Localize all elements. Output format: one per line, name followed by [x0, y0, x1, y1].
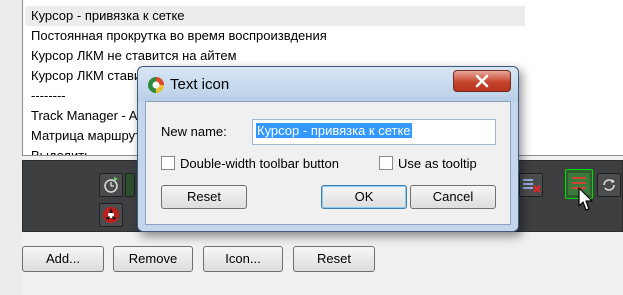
reset-button[interactable]: Reset [293, 246, 375, 272]
text-icon-dialog: Text icon New name: Курсор - привязка к … [137, 66, 519, 232]
dialog-body: New name: Курсор - привязка к сетке Doub… [145, 101, 511, 225]
remove-track-icon[interactable] [519, 173, 543, 197]
mouse-pointer-icon [578, 187, 593, 211]
close-button[interactable] [453, 70, 511, 92]
use-as-tooltip-label[interactable]: Use as tooltip [398, 156, 477, 171]
clock-icon[interactable] [99, 173, 123, 197]
left-strip [0, 0, 22, 295]
new-name-value: Курсор - привязка к сетке [256, 123, 412, 138]
list-item[interactable]: Курсор ЛКМ не ставится на айтем [31, 46, 237, 66]
list-item[interactable]: -------- [31, 86, 66, 106]
double-width-label[interactable]: Double-width toolbar button [180, 156, 339, 171]
new-name-input[interactable]: Курсор - привязка к сетке [252, 119, 496, 145]
ok-button[interactable]: OK [321, 185, 407, 209]
close-icon [475, 74, 489, 88]
record-icon[interactable] [99, 203, 123, 227]
reaper-logo-icon [148, 77, 164, 93]
new-name-label: New name: [161, 124, 227, 139]
icon-button[interactable]: Icon... [203, 246, 283, 272]
dialog-reset-button[interactable]: Reset [161, 185, 247, 209]
list-item[interactable]: Курсор - привязка к сетке [25, 6, 525, 26]
double-width-checkbox[interactable] [161, 156, 175, 170]
list-item[interactable]: Track Manager - Add [31, 106, 152, 126]
loop-icon[interactable] [597, 173, 621, 197]
list-item[interactable]: Выделить… [31, 146, 104, 155]
dialog-title: Text icon [170, 76, 230, 93]
use-as-tooltip-checkbox[interactable] [379, 156, 393, 170]
partial-button[interactable] [125, 173, 135, 197]
dialog-title-bar[interactable]: Text icon [138, 67, 518, 101]
list-item[interactable]: Постоянная прокрутка во время воспроизвд… [31, 26, 327, 46]
remove-button[interactable]: Remove [113, 246, 193, 272]
add-button[interactable]: Add... [22, 246, 104, 272]
cancel-button[interactable]: Cancel [410, 185, 496, 209]
